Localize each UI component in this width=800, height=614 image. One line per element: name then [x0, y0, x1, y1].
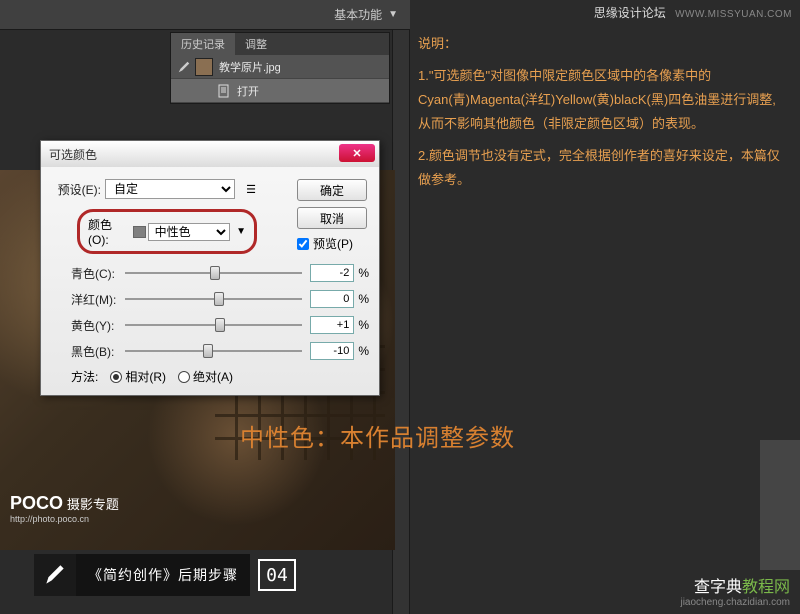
- cancel-button[interactable]: 取消: [297, 207, 367, 229]
- workspace-switcher[interactable]: 基本功能: [334, 6, 382, 23]
- history-panel: 历史记录 调整 教学原片.jpg 打开: [170, 32, 390, 104]
- step-title: 《简约创作》后期步骤: [76, 554, 250, 596]
- selective-color-dialog: 可选颜色 ✕ 确定 取消 预览(P) 预设(E): 自定 ☰ 颜色(O): 中性…: [40, 140, 380, 396]
- color-select-group: 颜色(O): 中性色 ▼: [77, 209, 257, 254]
- dialog-title-text: 可选颜色: [49, 146, 97, 163]
- history-thumb: [195, 58, 213, 76]
- explanation-text: 说明： 1."可选颜色"对图像中限定颜色区域中的各像素中的Cyan(青)Mage…: [418, 32, 788, 200]
- preset-menu-icon[interactable]: ☰: [241, 180, 261, 198]
- magenta-label: 洋红(M):: [71, 291, 125, 308]
- black-slider[interactable]: [125, 344, 302, 358]
- brush-icon: [177, 60, 191, 74]
- black-label: 黑色(B):: [71, 343, 125, 360]
- magenta-slider-row: 洋红(M): %: [51, 290, 369, 308]
- annotation-heading: 中性色：本作品调整参数: [240, 418, 515, 453]
- step-number: 04: [258, 559, 296, 591]
- step-brush-icon: [34, 554, 76, 596]
- preset-label: 预设(E):: [51, 181, 101, 198]
- color-select[interactable]: 中性色: [148, 223, 230, 241]
- preset-select[interactable]: 自定: [105, 179, 235, 199]
- radio-dot-icon: [178, 371, 190, 383]
- chevron-down-icon: ▼: [236, 226, 246, 237]
- color-label: 颜色(O):: [88, 216, 129, 247]
- radio-relative[interactable]: 相对(R): [110, 368, 166, 385]
- black-input[interactable]: [310, 342, 354, 360]
- chevron-down-icon: ▼: [388, 9, 398, 20]
- yellow-slider-row: 黄色(Y): %: [51, 316, 369, 334]
- watermark-top: 思缘设计论坛 WWW.MISSYUAN.COM: [594, 4, 792, 21]
- preview-checkbox[interactable]: 预览(P): [297, 235, 367, 252]
- yellow-input[interactable]: [310, 316, 354, 334]
- magenta-input[interactable]: [310, 290, 354, 308]
- poco-watermark: POCO 摄影专题 http://photo.poco.cn: [10, 493, 119, 524]
- document-icon: [217, 84, 231, 98]
- history-step-open[interactable]: 打开: [171, 79, 389, 103]
- cyan-slider-row: 青色(C): %: [51, 264, 369, 282]
- black-slider-row: 黑色(B): %: [51, 342, 369, 360]
- color-swatch-icon: [133, 226, 146, 238]
- yellow-label: 黄色(Y):: [71, 317, 125, 334]
- method-label: 方法:: [71, 368, 98, 385]
- history-file-label: 教学原片.jpg: [219, 59, 281, 75]
- dialog-titlebar[interactable]: 可选颜色 ✕: [41, 141, 379, 167]
- tab-history[interactable]: 历史记录: [171, 33, 235, 55]
- history-step-label: 打开: [237, 83, 259, 99]
- cyan-label: 青色(C):: [71, 265, 125, 282]
- history-source-row[interactable]: 教学原片.jpg: [171, 55, 389, 79]
- cyan-slider[interactable]: [125, 266, 302, 280]
- step-bar: 《简约创作》后期步骤 04: [34, 554, 296, 596]
- method-row: 方法: 相对(R) 绝对(A): [51, 368, 369, 385]
- cyan-input[interactable]: [310, 264, 354, 282]
- preview-check-input[interactable]: [297, 238, 309, 250]
- radio-absolute[interactable]: 绝对(A): [178, 368, 233, 385]
- close-button[interactable]: ✕: [339, 144, 375, 162]
- radio-dot-icon: [110, 371, 122, 383]
- top-toolbar: 基本功能 ▼: [0, 0, 410, 30]
- right-panels-stub: [760, 440, 800, 570]
- yellow-slider[interactable]: [125, 318, 302, 332]
- tab-adjust[interactable]: 调整: [235, 33, 277, 55]
- ok-button[interactable]: 确定: [297, 179, 367, 201]
- bottom-brand: 查字典教程网 jiaocheng.chazidian.com: [680, 573, 790, 608]
- magenta-slider[interactable]: [125, 292, 302, 306]
